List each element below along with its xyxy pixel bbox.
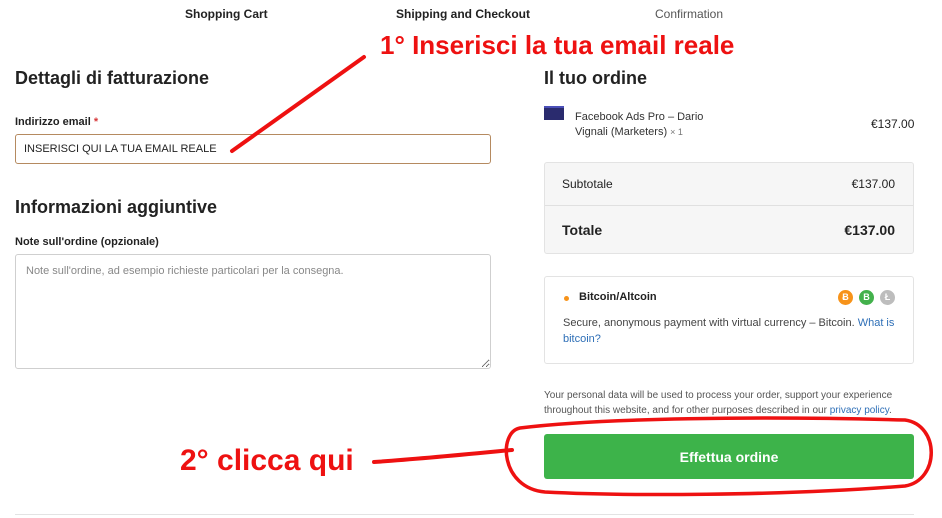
billing-title: Dettagli di fatturazione — [15, 68, 210, 88]
payment-radio[interactable] — [564, 296, 569, 301]
annotation-line-to-button — [372, 448, 514, 464]
product-price: €137.00 — [871, 117, 915, 131]
privacy-policy-link[interactable]: privacy policy — [830, 405, 889, 416]
bitcoin-cash-icon: B — [859, 290, 874, 305]
privacy-notice: Your personal data will be used to proce… — [544, 390, 893, 416]
product-name: Facebook Ads Pro – Dario Vignali (Market… — [575, 111, 704, 138]
litecoin-icon: Ł — [880, 290, 895, 305]
subtotal-label: Subtotale — [562, 177, 613, 191]
product-thumbnail — [544, 106, 564, 120]
annotation-step2: 2° clicca qui — [180, 444, 354, 477]
notes-label: Note sull'ordine (opzionale) — [15, 236, 159, 248]
total-value: €137.00 — [844, 222, 895, 238]
order-title: Il tuo ordine — [544, 68, 647, 88]
step-shipping-checkout[interactable]: Shipping and Checkout — [396, 7, 530, 21]
bottom-divider — [15, 514, 914, 515]
step-shopping-cart[interactable]: Shopping Cart — [185, 7, 268, 21]
totals-divider — [545, 205, 913, 206]
total-label: Totale — [562, 222, 603, 238]
annotation-step1: 1° Inserisci la tua email reale — [380, 30, 735, 60]
product-qty: × 1 — [670, 127, 683, 137]
email-label: Indirizzo email * — [15, 116, 99, 128]
email-field[interactable] — [15, 134, 491, 164]
step-confirmation: Confirmation — [655, 7, 724, 21]
bitcoin-icon: Ƀ — [838, 290, 853, 305]
additional-info-title: Informazioni aggiuntive — [15, 197, 218, 217]
order-totals: Subtotale €137.00 Totale €137.00 — [544, 162, 914, 254]
payment-method-box[interactable]: Bitcoin/Altcoin Ƀ B Ł Secure, anonymous … — [544, 276, 914, 364]
order-notes-field[interactable] — [15, 254, 491, 369]
required-marker: * — [93, 116, 99, 128]
payment-description: Secure, anonymous payment with virtual c… — [563, 317, 895, 345]
payment-method-label[interactable]: Bitcoin/Altcoin — [579, 291, 657, 303]
place-order-button[interactable]: Effettua ordine — [544, 434, 914, 479]
subtotal-value: €137.00 — [851, 177, 895, 191]
